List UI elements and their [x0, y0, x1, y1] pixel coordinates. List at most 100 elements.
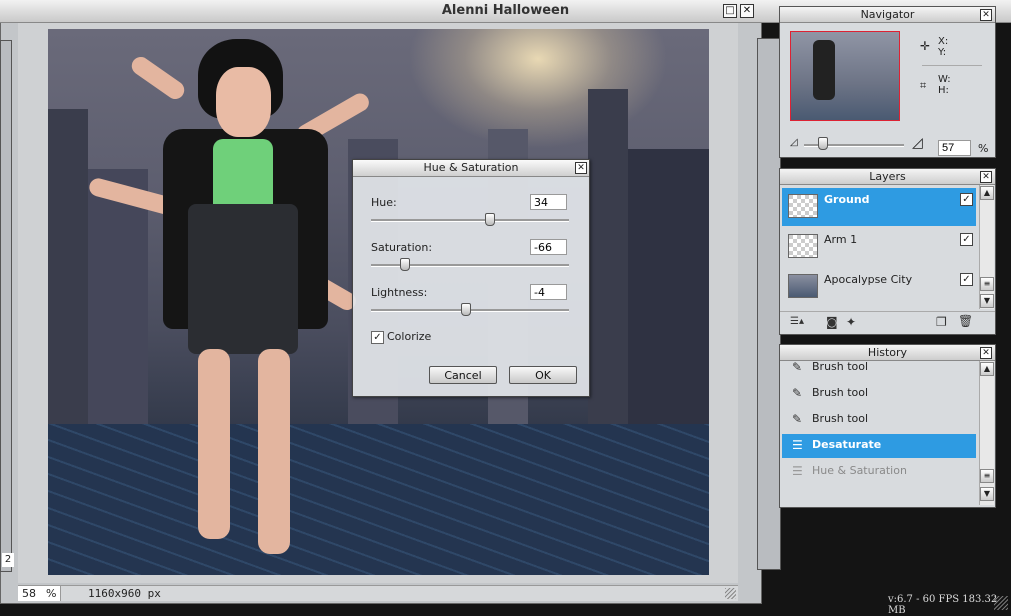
fps-readout: v:6.7 - 60 FPS 183.32 MB	[888, 594, 998, 616]
navigator-zoom-unit: %	[978, 142, 989, 155]
leg-left	[198, 349, 230, 539]
layers-panel: Layers ✕ Ground ✓ Arm 1 ✓ Apocalypse Cit…	[779, 168, 996, 335]
scroll-down-icon[interactable]: ▼	[980, 294, 994, 308]
history-scrollbar[interactable]: ▲ ≡ ▼	[979, 361, 994, 505]
sky-glow	[408, 29, 668, 149]
layer-row-apocalypse-city[interactable]: Apocalypse City ✓	[782, 268, 976, 306]
cancel-button[interactable]: Cancel	[429, 366, 497, 384]
document-size: 1160x960 px	[88, 587, 161, 600]
hue-label: Hue:	[371, 196, 397, 209]
layer-row-ground[interactable]: Ground ✓	[782, 188, 976, 226]
scroll-thumb[interactable]: ≡	[980, 469, 994, 483]
history-item[interactable]: ✎ Brush tool	[782, 408, 976, 432]
x-label: X:	[938, 36, 949, 47]
history-label: Hue & Saturation	[812, 464, 907, 477]
history-label: Brush tool	[812, 360, 869, 373]
ruined-building	[628, 149, 709, 429]
app-resize-grip-icon[interactable]	[994, 596, 1008, 610]
y-label: Y:	[938, 47, 947, 58]
hue-slider-thumb[interactable]	[484, 213, 495, 226]
adjustment-icon: ☰	[792, 438, 803, 452]
ruined-building	[88, 169, 148, 429]
navigator-zoom-input[interactable]	[938, 140, 971, 156]
lightness-label: Lightness:	[371, 286, 428, 299]
visibility-checkbox[interactable]: ✓	[960, 193, 973, 206]
arm-upper-left	[128, 53, 188, 103]
overalls	[188, 204, 298, 354]
zoom-out-icon[interactable]: ◿	[790, 137, 798, 148]
dialog-titlebar[interactable]: Hue & Saturation ✕	[353, 160, 589, 177]
navigator-titlebar[interactable]: Navigator ✕	[780, 7, 995, 23]
hue-input[interactable]	[530, 194, 567, 210]
history-item-selected[interactable]: ☰ Desaturate	[782, 434, 976, 458]
layer-thumbnail	[788, 194, 818, 218]
brush-icon: ✎	[792, 386, 803, 400]
thumbnail-figure	[813, 40, 835, 100]
scroll-up-icon[interactable]: ▲	[980, 362, 994, 376]
scroll-up-icon[interactable]: ▲	[980, 186, 994, 200]
maximize-icon[interactable]: □	[723, 4, 737, 18]
layer-thumbnail	[788, 274, 818, 298]
saturation-slider-thumb[interactable]	[399, 258, 410, 271]
adjustment-icon: ☰	[792, 464, 803, 478]
background-window-left	[0, 40, 12, 572]
layer-style-icon[interactable]: ✦	[846, 315, 856, 329]
saturation-input[interactable]	[530, 239, 567, 255]
saturation-label: Saturation:	[371, 241, 433, 254]
layers-scrollbar[interactable]: ▲ ≡ ▼	[979, 185, 994, 309]
navigator-panel: Navigator ✕ ✛ X: Y: ⌗ W: H: ◿ ◿ %	[779, 6, 996, 158]
close-icon[interactable]: ✕	[980, 347, 992, 359]
history-item[interactable]: ✎ Brush tool	[782, 382, 976, 406]
hue-slider[interactable]	[371, 219, 569, 222]
scroll-thumb[interactable]: ≡	[980, 277, 994, 291]
layer-properties-icon[interactable]: ☰▴	[790, 316, 804, 327]
close-icon[interactable]: ✕	[740, 4, 754, 18]
history-item[interactable]: ✎ Brush tool	[782, 356, 976, 380]
new-layer-icon[interactable]: ❐	[936, 315, 947, 329]
ok-button[interactable]: OK	[509, 366, 577, 384]
background-window-number: 2	[2, 553, 14, 567]
navigator-zoom-thumb[interactable]	[818, 137, 828, 150]
cracked-ground	[48, 424, 709, 575]
navigator-thumbnail[interactable]	[790, 31, 900, 121]
dialog-title: Hue & Saturation	[423, 161, 519, 174]
crosshair-icon: ✛	[920, 39, 931, 53]
hue-saturation-dialog: Hue & Saturation ✕ Hue: Saturation: Ligh…	[352, 159, 590, 397]
background-window-right	[757, 38, 781, 570]
scroll-down-icon[interactable]: ▼	[980, 487, 994, 501]
colorize-checkbox[interactable]: ✓	[371, 331, 384, 344]
lightness-slider-thumb[interactable]	[461, 303, 472, 316]
ruined-building	[48, 109, 88, 429]
history-label: Brush tool	[812, 386, 869, 399]
brush-icon: ✎	[792, 360, 803, 374]
layer-name: Apocalypse City	[824, 273, 913, 286]
delete-layer-icon[interactable]: 🗑	[958, 314, 973, 328]
document-statusbar: 58 % 1160x960 px	[18, 585, 738, 601]
layer-row-arm-1[interactable]: Arm 1 ✓	[782, 228, 976, 266]
history-label: Brush tool	[812, 412, 869, 425]
h-label: H:	[938, 85, 949, 96]
visibility-checkbox[interactable]: ✓	[960, 273, 973, 286]
resize-grip-icon[interactable]	[725, 588, 736, 599]
brush-icon: ✎	[792, 412, 803, 426]
selection-size-icon: ⌗	[920, 79, 927, 92]
layer-name: Ground	[824, 193, 870, 206]
close-icon[interactable]: ✕	[575, 162, 587, 174]
colorize-label[interactable]: Colorize	[387, 330, 431, 343]
zoom-in-icon[interactable]: ◿	[912, 135, 923, 151]
close-icon[interactable]: ✕	[980, 9, 992, 21]
zoom-field[interactable]: 58 %	[18, 586, 61, 601]
history-item-dimmed[interactable]: ☰ Hue & Saturation	[782, 460, 976, 484]
close-icon[interactable]: ✕	[980, 171, 992, 183]
layers-titlebar[interactable]: Layers ✕	[780, 169, 995, 185]
zoom-unit: %	[46, 587, 57, 600]
leg-right	[258, 349, 290, 554]
history-panel: History ✕ ✎ Brush tool ✎ Brush tool ✎ Br…	[779, 344, 996, 508]
zoom-value[interactable]: 58	[22, 586, 36, 601]
visibility-checkbox[interactable]: ✓	[960, 233, 973, 246]
lightness-input[interactable]	[530, 284, 567, 300]
navigator-title: Navigator	[860, 8, 915, 21]
layer-mask-icon[interactable]: ◙	[826, 315, 838, 329]
history-label: Desaturate	[812, 438, 882, 451]
layer-name: Arm 1	[824, 233, 858, 246]
